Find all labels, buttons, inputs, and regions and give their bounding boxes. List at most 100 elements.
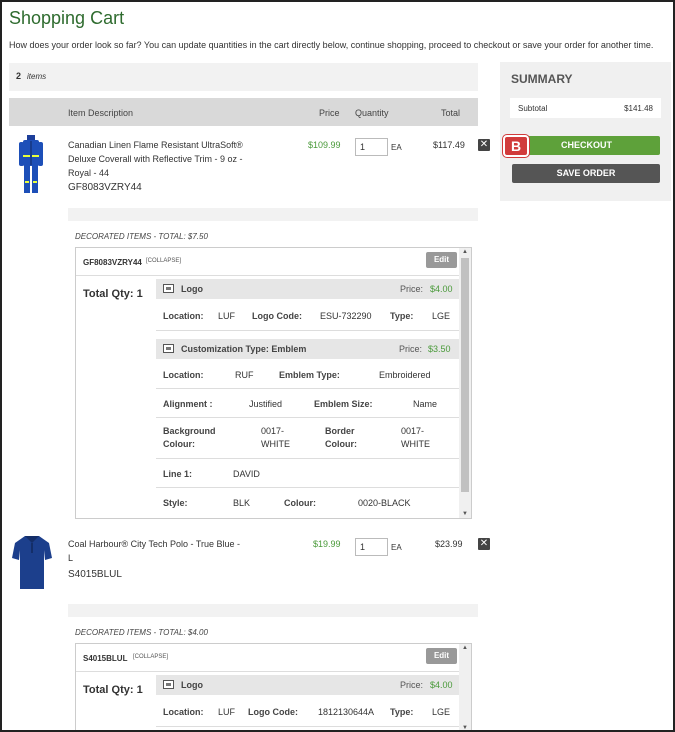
- decoration-divider: [68, 604, 478, 617]
- line1-value: DAVID: [233, 469, 260, 479]
- collapse-link[interactable]: [COLLAPSE]: [146, 258, 181, 264]
- emblem-size-value: Name: [413, 399, 438, 409]
- unit-label: EA: [391, 143, 402, 152]
- custom-row-alignment: Alignment : Justified Emblem Size: Name: [156, 389, 461, 418]
- style-value: BLK: [233, 498, 251, 508]
- remove-item-button[interactable]: ✕: [478, 538, 490, 550]
- checkout-button[interactable]: CHECKOUT: [513, 136, 660, 155]
- edit-button[interactable]: Edit: [426, 252, 457, 268]
- item-count-bar: 2 items: [9, 63, 478, 91]
- decoration-scrollbar[interactable]: ▲ ▼: [459, 644, 471, 730]
- scroll-down-icon[interactable]: ▼: [462, 511, 468, 517]
- col-price: Price: [319, 108, 340, 118]
- logo-price: $4.00: [430, 680, 453, 690]
- logo-header: Logo Price: $4.00: [156, 675, 461, 695]
- scroll-down-icon[interactable]: ▼: [462, 725, 468, 730]
- type-value: LGE: [432, 311, 451, 321]
- style-label: Style:: [163, 498, 188, 508]
- logo-header: Logo Price: $4.00: [156, 279, 461, 299]
- custom-row-line1: Line 1: DAVID: [156, 459, 461, 488]
- col-quantity: Quantity: [355, 108, 389, 118]
- subtotal-label: Subtotal: [518, 104, 548, 113]
- item-description[interactable]: Coal Harbour® City Tech Polo - True Blue…: [68, 537, 240, 551]
- emblem-type-value: Embroidered: [379, 370, 431, 380]
- coverall-image[interactable]: [18, 135, 44, 195]
- item-count: 2: [16, 71, 22, 81]
- background-colour-value-2: WHITE: [261, 439, 290, 449]
- customization-name: Customization Type: Emblem: [181, 344, 307, 354]
- collapse-link[interactable]: [COLLAPSE]: [133, 654, 168, 660]
- custom-row-location: Location: RUF Emblem Type: Embroidered: [156, 360, 461, 389]
- line1-label: Line 1:: [163, 469, 193, 479]
- border-colour-label: Border: [325, 426, 355, 436]
- decoration-panel[interactable]: S4015BLUL [COLLAPSE] Edit Total Qty: 1 L…: [75, 643, 472, 730]
- summary-title: SUMMARY: [511, 72, 573, 86]
- alignment-value: Justified: [249, 399, 283, 409]
- polo-image[interactable]: [11, 534, 53, 590]
- decoration-scrollbar[interactable]: ▲ ▼: [459, 248, 471, 518]
- background-colour-label: Background: [163, 426, 216, 436]
- logo-detail-row: Location: LUF Logo Code: 1812130644A Typ…: [156, 696, 461, 727]
- type-label: Type:: [390, 707, 414, 717]
- item-sku: GF8083VZRY44: [68, 182, 142, 193]
- custom-price-label: Price:: [399, 344, 423, 354]
- border-colour-value-2: WHITE: [401, 439, 430, 449]
- border-colour-label-2: Colour:: [325, 439, 357, 449]
- custom-price: $3.50: [428, 344, 451, 354]
- image-icon: [163, 284, 174, 293]
- logo-code-label: Logo Code:: [248, 707, 298, 717]
- col-item-description: Item Description: [68, 108, 134, 118]
- location-label: Location:: [163, 707, 204, 717]
- total-qty: Total Qty: 1: [83, 684, 143, 696]
- item-total: $117.49: [433, 140, 465, 150]
- scroll-thumb[interactable]: [461, 258, 469, 492]
- scroll-up-icon[interactable]: ▲: [462, 645, 468, 651]
- scroll-up-icon[interactable]: ▲: [462, 249, 468, 255]
- subtotal-value: $141.48: [624, 104, 653, 113]
- decoration-divider: [68, 208, 478, 221]
- colour-value: 0020-BLACK: [358, 498, 411, 508]
- alignment-label: Alignment :: [163, 399, 213, 409]
- save-order-button[interactable]: SAVE ORDER: [512, 164, 660, 183]
- quantity-input[interactable]: 1: [355, 538, 388, 556]
- decoration-code: S4015BLUL: [83, 654, 128, 663]
- item-description-line-2[interactable]: L: [68, 551, 73, 565]
- col-total: Total: [441, 108, 461, 118]
- custom-row-style: Style: BLK Colour: 0020-BLACK: [156, 488, 461, 517]
- emblem-size-label: Emblem Size:: [314, 399, 373, 409]
- page-frame: Shopping Cart How does your order look s…: [0, 0, 675, 732]
- remove-item-button[interactable]: ✕: [478, 139, 490, 151]
- item-count-label: items: [27, 72, 47, 81]
- location-value: LUF: [218, 707, 236, 717]
- type-label: Type:: [390, 311, 414, 321]
- item-price: $19.99: [313, 539, 341, 549]
- decorated-items-title: DECORATED ITEMS - TOTAL: $7.50: [75, 232, 208, 241]
- subtotal-row: Subtotal $141.48: [510, 98, 661, 118]
- unit-label: EA: [391, 543, 402, 552]
- location-value: RUF: [235, 370, 254, 380]
- custom-row-colours: Background Colour: 0017- WHITE Border Co…: [156, 418, 461, 459]
- decoration-header: S4015BLUL [COLLAPSE] Edit: [76, 644, 461, 672]
- logo-name: Logo: [181, 680, 203, 690]
- decorated-items-title: DECORATED ITEMS - TOTAL: $4.00: [75, 628, 208, 637]
- quantity-input[interactable]: 1: [355, 138, 388, 156]
- item-total: $23.99: [435, 539, 463, 549]
- logo-code-value: 1812130644A: [318, 707, 375, 717]
- item-description[interactable]: Canadian Linen Flame Resistant UltraSoft…: [68, 138, 253, 180]
- logo-detail-row: Location: LUF Logo Code: ESU-732290 Type…: [156, 300, 461, 331]
- logo-price: $4.00: [430, 284, 453, 294]
- decoration-header: GF8083VZRY44 [COLLAPSE] Edit: [76, 248, 461, 276]
- edit-button[interactable]: Edit: [426, 648, 457, 664]
- decoration-panel[interactable]: GF8083VZRY44 [COLLAPSE] Edit Total Qty: …: [75, 247, 472, 519]
- colour-label: Colour:: [284, 498, 316, 508]
- type-value: LGE: [432, 707, 451, 717]
- logo-price-label: Price:: [400, 284, 424, 294]
- background-colour-label-2: Colour:: [163, 439, 195, 449]
- image-icon: [163, 680, 174, 689]
- total-qty: Total Qty: 1: [83, 288, 143, 300]
- customization-header: Customization Type: Emblem Price: $3.50: [156, 339, 461, 359]
- page-title: Shopping Cart: [9, 8, 125, 28]
- logo-code-value: ESU-732290: [320, 311, 372, 321]
- border-colour-value: 0017-: [401, 426, 425, 436]
- emblem-type-label: Emblem Type:: [279, 370, 340, 380]
